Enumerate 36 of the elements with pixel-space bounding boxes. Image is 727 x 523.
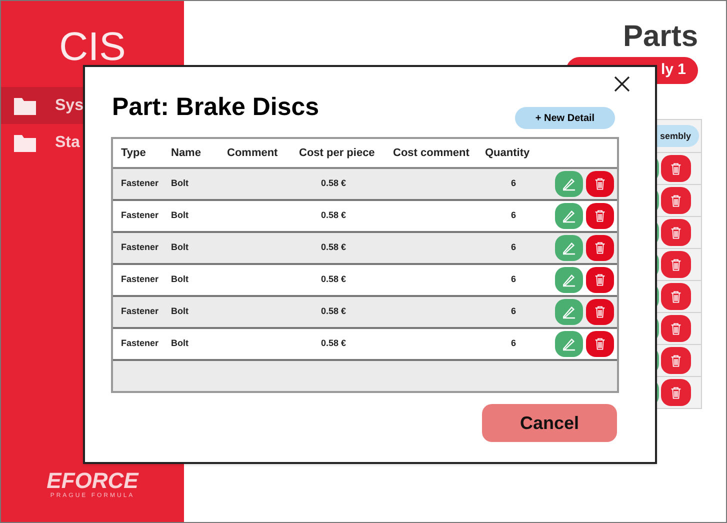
- table-cell-text: 0.58 €: [320, 273, 348, 286]
- page-title: Parts: [622, 19, 698, 55]
- table-cell-text: 6: [510, 241, 518, 254]
- table-cell-text: Bolt: [171, 241, 190, 254]
- table-cell-text: 0.58 €: [320, 337, 348, 350]
- table-cell-text: 6: [510, 273, 518, 286]
- table-cell-text: Bolt: [171, 337, 190, 350]
- sidebar-item-label: Sys: [55, 96, 84, 116]
- table-cell-text: 0.58 €: [320, 305, 348, 318]
- column-header: Type: [120, 146, 147, 161]
- table-cell-text: Fastener: [120, 177, 160, 190]
- table-cell-text: 0.58 €: [320, 209, 348, 222]
- table-cell-text: Bolt: [171, 209, 190, 222]
- table-cell-text: 0.58 €: [320, 241, 348, 254]
- table-cell-text: Bolt: [171, 273, 190, 286]
- table-cell-text: Bolt: [171, 305, 190, 318]
- logo-wordmark: EFORCE: [46, 470, 138, 492]
- table-cell-text: Fastener: [120, 337, 160, 350]
- column-header: Name: [171, 146, 202, 161]
- table-cell-text: Fastener: [120, 241, 160, 254]
- app-title: CIS: [58, 24, 127, 71]
- table-cell-text: 0.58 €: [320, 177, 348, 190]
- table-cell-text: 6: [510, 305, 518, 318]
- sidebar-item-label: Sta: [55, 132, 80, 152]
- column-header: Cost comment: [393, 146, 470, 161]
- table-cell-text: Fastener: [120, 209, 160, 222]
- column-header: Quantity: [485, 146, 531, 161]
- table-cell-text: 6: [510, 177, 518, 190]
- dialog-title: Part: Brake Discs: [112, 92, 320, 123]
- table-cell-text: Fastener: [120, 305, 160, 318]
- column-header: Comment: [227, 146, 279, 161]
- table-cell-text: 6: [510, 209, 518, 222]
- table-cell-text: Bolt: [171, 177, 190, 190]
- table-cell-text: 6: [510, 337, 518, 350]
- column-header: Cost per piece: [299, 146, 376, 161]
- table-cell-text: Fastener: [120, 273, 160, 286]
